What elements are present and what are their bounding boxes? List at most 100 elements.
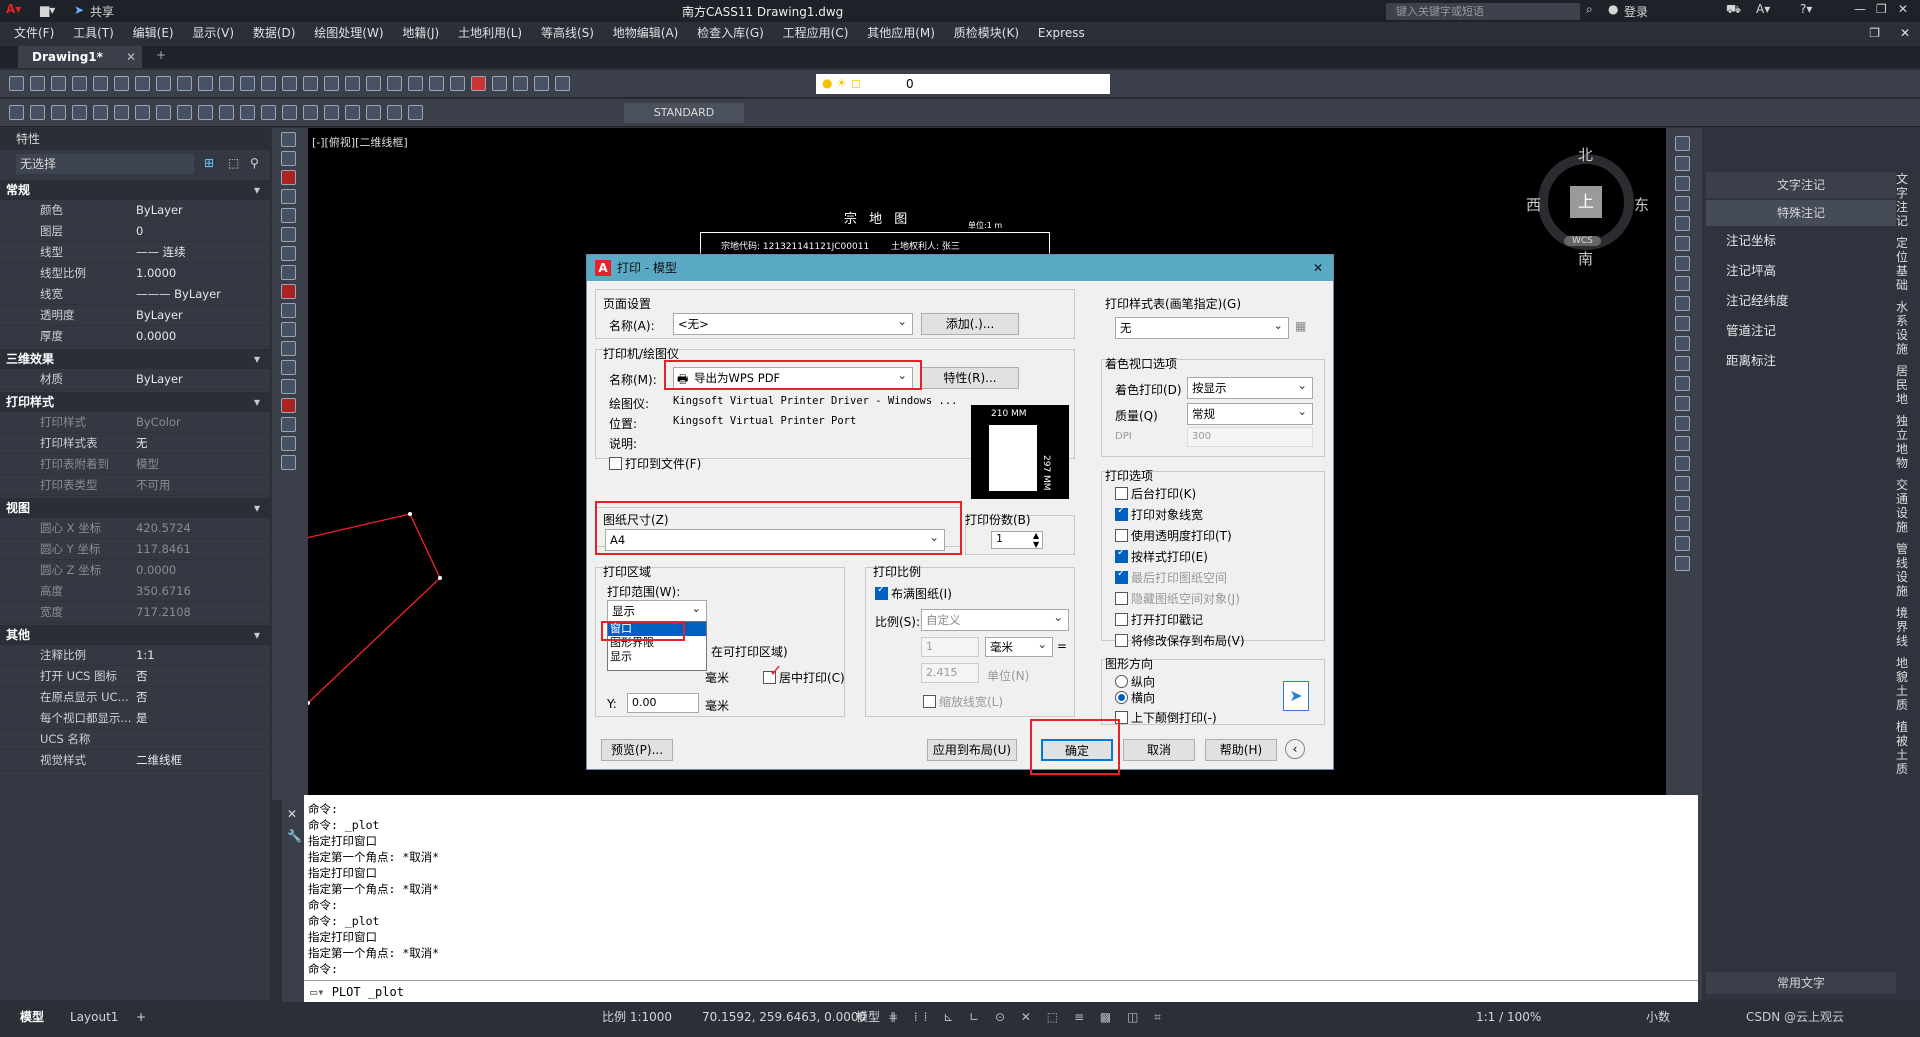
dim-continue-icon[interactable]	[282, 105, 297, 120]
landscape-radio[interactable]: 横向	[1115, 689, 1155, 706]
cut-icon[interactable]	[135, 76, 150, 91]
scale-denom-input[interactable]: 2.415	[921, 663, 979, 683]
upside-down-checkbox[interactable]: 上下颠倒打印(-)	[1115, 709, 1217, 726]
portrait-radio[interactable]: 纵向	[1115, 673, 1155, 690]
wcs-menu[interactable]: WCS	[1564, 236, 1601, 246]
dim-arc-icon[interactable]	[135, 105, 150, 120]
property-row[interactable]: 线型 —— 连续	[0, 242, 270, 263]
shade-plot-select[interactable]: 按显示	[1187, 377, 1313, 399]
selection-dropdown[interactable]: 无选择	[16, 154, 194, 174]
property-row[interactable]: 图层 0	[0, 221, 270, 242]
dim-quick-icon[interactable]	[240, 105, 255, 120]
share-button[interactable]: 共享	[90, 3, 114, 20]
cancel-button[interactable]: 取消	[1123, 739, 1195, 761]
rstrip-20-icon[interactable]	[1675, 516, 1690, 531]
zoom-icon[interactable]	[282, 76, 297, 91]
vtab-water[interactable]: 水系设施	[1896, 300, 1918, 356]
strip-tool-4-icon[interactable]	[281, 189, 296, 204]
strip-tool-12-icon[interactable]	[281, 341, 296, 356]
properties-icon[interactable]	[324, 76, 339, 91]
section-header[interactable]: 三维效果	[0, 349, 270, 369]
rp-item-coords[interactable]: 注记坐标	[1702, 226, 1920, 256]
dpi-input[interactable]: 300	[1187, 427, 1313, 447]
command-settings-icon[interactable]: 🔧	[287, 829, 302, 843]
copy-icon[interactable]	[156, 76, 171, 91]
rstrip-8-icon[interactable]	[1675, 276, 1690, 291]
rstrip-19-icon[interactable]	[1675, 496, 1690, 511]
property-row[interactable]: 高度 350.6716	[0, 581, 270, 602]
section-header[interactable]: 常规	[0, 180, 270, 200]
plot-option-checkbox[interactable]: 后台打印(K)	[1115, 485, 1325, 506]
plot-option-checkbox[interactable]: 按样式打印(E)	[1115, 547, 1325, 569]
center-mark-icon[interactable]	[324, 105, 339, 120]
toggle-pickadd-icon[interactable]: ⊞	[204, 156, 214, 170]
search-input[interactable]: 键入关键字或短语	[1386, 3, 1580, 20]
vtab-traffic[interactable]: 交通设施	[1896, 478, 1918, 534]
status-model[interactable]: 模型	[856, 1003, 880, 1031]
rstrip-22-icon[interactable]	[1675, 556, 1690, 571]
dim-diameter-icon[interactable]	[198, 105, 213, 120]
property-row[interactable]: 线宽 ——— ByLayer	[0, 284, 270, 305]
search-icon[interactable]: ⌕	[1586, 2, 1593, 17]
rp-tab-special[interactable]: 特殊注记	[1706, 200, 1896, 226]
plot-option-checkbox[interactable]: 打印对象线宽	[1115, 505, 1325, 527]
section-header[interactable]: 打印样式	[0, 392, 270, 412]
rstrip-5-icon[interactable]	[1675, 216, 1690, 231]
calc-icon[interactable]	[429, 76, 444, 91]
rstrip-1-icon[interactable]	[1675, 136, 1690, 151]
scale-lineweight-checkbox[interactable]: 缩放线宽(L)	[923, 693, 1003, 710]
rp-item-elevation[interactable]: 注记坪高	[1702, 256, 1920, 286]
strip-tool-5-icon[interactable]	[281, 208, 296, 223]
rstrip-18-icon[interactable]	[1675, 476, 1690, 491]
property-row[interactable]: 每个视口都显示... 是	[0, 708, 270, 729]
doc-restore-icon[interactable]: ❐	[1869, 22, 1880, 44]
dim-edit-icon[interactable]	[387, 105, 402, 120]
jog-icon[interactable]	[366, 105, 381, 120]
y-offset-input[interactable]: 0.00	[627, 693, 699, 713]
open-icon[interactable]	[30, 76, 45, 91]
vtab-independent[interactable]: 独立地物	[1896, 414, 1918, 470]
close-icon[interactable]: ✕	[1898, 2, 1908, 16]
rstrip-16-icon[interactable]	[1675, 436, 1690, 451]
property-row[interactable]: 材质 ByLayer	[0, 369, 270, 390]
vtab-base[interactable]: 定位基础	[1896, 236, 1918, 292]
strip-tool-13-icon[interactable]	[281, 360, 296, 375]
compass-south[interactable]: 南	[1578, 248, 1593, 269]
strip-tool-3-icon[interactable]	[281, 170, 296, 185]
camera-icon[interactable]	[513, 76, 528, 91]
strip-tool-18-icon[interactable]	[281, 455, 296, 470]
menu-other[interactable]: 其他应用(M)	[867, 22, 935, 44]
section-header[interactable]: 视图	[0, 498, 270, 518]
strip-tool-7-icon[interactable]	[281, 246, 296, 261]
select-objects-icon[interactable]: ⬚	[228, 156, 239, 170]
common-text-button[interactable]: 常用文字	[1706, 972, 1896, 994]
strip-tool-16-icon[interactable]	[281, 417, 296, 432]
apply-to-layout-button[interactable]: 应用到布局(U)	[927, 739, 1017, 761]
preview-button[interactable]: 预览(P)...	[601, 739, 673, 761]
style-table-edit-icon[interactable]: ▦	[1295, 319, 1306, 333]
dialog-close-icon[interactable]: ✕	[1313, 255, 1323, 281]
markup-icon[interactable]	[408, 76, 423, 91]
dim-aligned-icon[interactable]	[114, 105, 129, 120]
command-handle[interactable]: ✕ 🔧	[282, 795, 304, 1002]
menu-contour[interactable]: 等高线(S)	[541, 22, 594, 44]
a360-icon[interactable]: A▾	[1756, 2, 1770, 16]
rstrip-13-icon[interactable]	[1675, 376, 1690, 391]
arc-icon[interactable]	[51, 105, 66, 120]
rstrip-15-icon[interactable]	[1675, 416, 1690, 431]
vtab-vegetation[interactable]: 植被土质	[1896, 720, 1918, 776]
open-folder-icon[interactable]: ▆▾	[40, 3, 55, 17]
rstrip-4-icon[interactable]	[1675, 196, 1690, 211]
layer-manager-icon[interactable]	[534, 76, 549, 91]
line-icon[interactable]	[9, 105, 24, 120]
strip-tool-8-icon[interactable]	[281, 265, 296, 280]
rstrip-17-icon[interactable]	[1675, 456, 1690, 471]
rstrip-14-icon[interactable]	[1675, 396, 1690, 411]
undo-icon[interactable]	[219, 76, 234, 91]
menu-feature-edit[interactable]: 地物编辑(A)	[613, 22, 679, 44]
status-scale[interactable]: 比例 1:1000	[602, 1003, 672, 1031]
plot-option-checkbox[interactable]: 隐藏图纸空间对象(J)	[1115, 590, 1325, 611]
vtab-terrain[interactable]: 地貌土质	[1896, 656, 1918, 712]
textstyle-dropdown[interactable]: STANDARD	[624, 103, 744, 123]
scale-ratio-select[interactable]: 自定义	[921, 609, 1069, 631]
